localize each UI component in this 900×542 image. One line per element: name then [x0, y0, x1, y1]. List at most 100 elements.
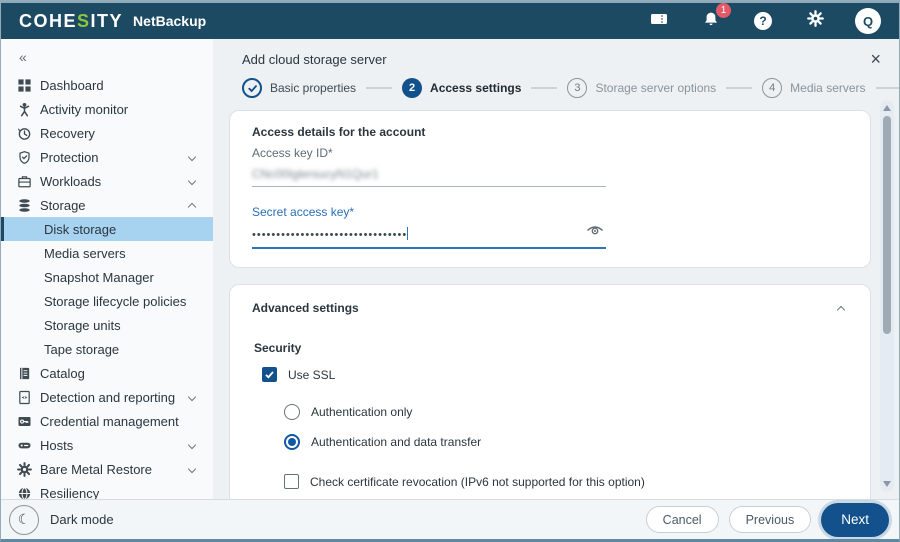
- advanced-settings-header[interactable]: Advanced settings: [252, 301, 848, 315]
- logo-text-end: ITY: [90, 10, 124, 31]
- scrollbar-thumb[interactable]: [883, 116, 891, 334]
- chevron-up-icon: [836, 305, 846, 315]
- cert-revocation-row: Check certificate revocation (IPv6 not s…: [284, 474, 848, 489]
- step-storage-server-options[interactable]: 3 Storage server options: [567, 78, 716, 98]
- product-name: NetBackup: [133, 13, 207, 29]
- use-ssl-label: Use SSL: [288, 367, 336, 382]
- logo-text: COHE: [19, 10, 78, 31]
- sidebar-item-workloads[interactable]: Workloads: [1, 169, 213, 193]
- step-access-settings[interactable]: 2 Access settings: [402, 78, 521, 98]
- step-connector: [726, 87, 753, 89]
- cert-revocation-label: Check certificate revocation (IPv6 not s…: [310, 474, 645, 489]
- sidebar-item-label: Catalog: [40, 365, 85, 381]
- sidebar-item-snapshot-manager[interactable]: Snapshot Manager: [1, 265, 213, 289]
- scroll-up-arrow[interactable]: [883, 105, 891, 111]
- authentication-only-label: Authentication only: [311, 405, 413, 419]
- recovery-clock-icon: [16, 125, 32, 141]
- step-connector: [366, 87, 393, 89]
- sidebar-collapse-button[interactable]: «: [1, 43, 213, 73]
- settings-button[interactable]: [803, 9, 827, 33]
- sidebar-item-resiliency[interactable]: Resiliency: [1, 481, 213, 499]
- footer-bar: ☾ Dark mode Cancel Previous Next: [1, 499, 899, 539]
- step-check-icon: [242, 78, 262, 98]
- resiliency-globe-icon: [16, 485, 32, 499]
- use-ssl-checkbox[interactable]: [262, 367, 277, 382]
- sidebar-item-activity-monitor[interactable]: Activity monitor: [1, 97, 213, 121]
- previous-button[interactable]: Previous: [728, 506, 812, 533]
- cert-revocation-checkbox[interactable]: [284, 474, 299, 489]
- advanced-settings-card: Advanced settings Security Use SSL Authe…: [229, 284, 871, 499]
- cancel-button[interactable]: Cancel: [645, 506, 719, 533]
- app-window: COHESITY NetBackup 1 ? Q « Dashboard Act…: [0, 0, 900, 542]
- sidebar-item-bare-metal-restore[interactable]: Bare Metal Restore: [1, 457, 213, 481]
- sidebar-item-label: Activity monitor: [40, 101, 129, 117]
- ticket-button[interactable]: [647, 9, 671, 33]
- notifications-button[interactable]: 1: [699, 3, 731, 33]
- sidebar-item-detection-and-reporting[interactable]: Detection and reporting: [1, 385, 213, 409]
- sidebar-item-hosts[interactable]: Hosts: [1, 433, 213, 457]
- sidebar-item-storage-lifecycle-policies[interactable]: Storage lifecycle policies: [1, 289, 213, 313]
- sidebar-item-label: Recovery: [40, 125, 95, 141]
- dialog-title: Add cloud storage server: [242, 51, 387, 67]
- step-label: Basic properties: [270, 81, 357, 95]
- sidebar-subitem-label: Media servers: [44, 245, 126, 261]
- sidebar-item-storage-units[interactable]: Storage units: [1, 313, 213, 337]
- help-button[interactable]: ?: [751, 9, 775, 33]
- sidebar-item-protection[interactable]: Protection: [1, 145, 213, 169]
- radio-dot: [288, 438, 296, 446]
- sidebar-item-media-servers[interactable]: Media servers: [1, 241, 213, 265]
- sidebar-item-dashboard[interactable]: Dashboard: [1, 73, 213, 97]
- close-icon[interactable]: ×: [870, 50, 881, 68]
- authentication-only-radio[interactable]: [284, 404, 300, 420]
- step-basic-properties[interactable]: Basic properties: [242, 78, 356, 98]
- secret-key-input[interactable]: ••••••••••••••••••••••••••••••••: [252, 219, 606, 249]
- step-media-servers[interactable]: 4 Media servers: [762, 78, 866, 98]
- chevron-down-icon: [187, 152, 197, 162]
- step-label: Media servers: [790, 81, 866, 95]
- show-password-eye-icon[interactable]: [586, 224, 604, 242]
- access-details-card: Access details for the account Access ke…: [229, 110, 871, 268]
- hosts-server-icon: [16, 437, 32, 453]
- access-key-input[interactable]: CNc00IglersucyN1Qur1: [252, 160, 606, 187]
- sidebar-subitem-label: Tape storage: [44, 341, 120, 357]
- authentication-only-row: Authentication only: [284, 404, 848, 420]
- use-ssl-row: Use SSL: [262, 367, 848, 382]
- gear-icon: [806, 10, 824, 32]
- dark-mode-toggle[interactable]: ☾ Dark mode: [9, 504, 114, 535]
- sidebar-item-label: Detection and reporting: [40, 389, 176, 405]
- sidebar-item-catalog[interactable]: Catalog: [1, 361, 213, 385]
- step-connector: [875, 87, 899, 89]
- help-icon: ?: [754, 12, 772, 30]
- next-button[interactable]: Next: [821, 502, 889, 537]
- access-key-label: Access key ID*: [252, 146, 333, 160]
- chevron-down-icon: [187, 392, 197, 402]
- notification-badge: 1: [716, 3, 731, 18]
- moon-icon: ☾: [9, 504, 39, 535]
- sidebar-item-label: Resiliency: [40, 485, 100, 500]
- secret-key-label: Secret access key*: [252, 205, 355, 219]
- sidebar-item-storage[interactable]: Storage: [1, 193, 213, 217]
- cohesity-logo[interactable]: COHESITY: [19, 11, 123, 32]
- chevron-down-icon: [187, 464, 197, 474]
- user-avatar[interactable]: Q: [855, 8, 881, 34]
- body-row: « Dashboard Activity monitor Recovery Pr…: [1, 39, 899, 499]
- ticket-icon: [650, 12, 668, 31]
- authentication-and-data-radio[interactable]: [284, 434, 300, 450]
- security-heading: Security: [254, 341, 302, 355]
- access-key-value: CNc00IglersucyN1Qur1: [252, 167, 379, 181]
- sidebar-item-tape-storage[interactable]: Tape storage: [1, 337, 213, 361]
- secret-key-value: ••••••••••••••••••••••••••••••••: [252, 229, 408, 241]
- sidebar-item-label: Hosts: [40, 437, 74, 453]
- sidebar-item-disk-storage[interactable]: Disk storage: [1, 217, 213, 241]
- topbar-actions: 1 ? Q: [647, 3, 881, 34]
- sidebar-item-recovery[interactable]: Recovery: [1, 121, 213, 145]
- scroll-down-arrow[interactable]: [883, 481, 891, 487]
- sidebar-item-label: Dashboard: [40, 77, 104, 93]
- step-number: 2: [402, 78, 423, 98]
- sidebar-item-label: Workloads: [40, 173, 102, 189]
- dashboard-icon: [16, 77, 32, 93]
- sidebar-item-credential-management[interactable]: Credential management: [1, 409, 213, 433]
- sidebar-subitem-label: Storage lifecycle policies: [44, 293, 187, 309]
- sidebar-subitem-label: Snapshot Manager: [44, 269, 154, 285]
- activity-monitor-icon: [16, 101, 32, 117]
